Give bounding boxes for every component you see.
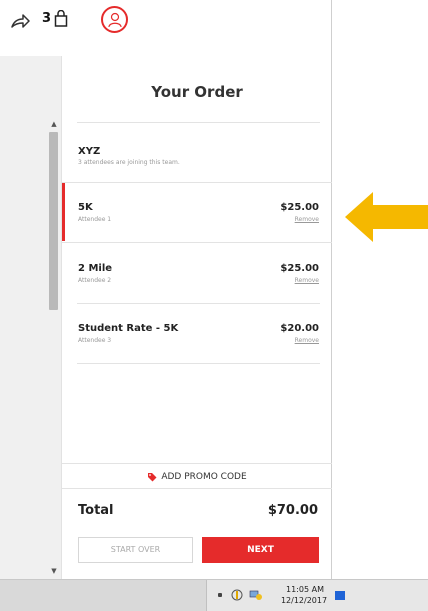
- scroll-up-arrow-icon[interactable]: ▲: [50, 120, 58, 128]
- scrollbar-thumb[interactable]: [49, 132, 58, 310]
- shopping-bag-icon[interactable]: [54, 10, 68, 27]
- divider: [77, 122, 320, 123]
- start-over-button[interactable]: START OVER: [78, 537, 193, 563]
- network-icon[interactable]: [249, 589, 263, 601]
- promo-label-text: ADD PROMO CODE: [161, 472, 247, 482]
- item-name: 2 Mile: [78, 263, 113, 274]
- item-price: $25.00: [280, 263, 319, 274]
- order-item-2-mile[interactable]: 2 Mile Attendee 2 $25.00 Remove: [62, 244, 332, 302]
- yellow-pointer-arrow-icon: [345, 192, 428, 242]
- item-price: $20.00: [280, 323, 319, 334]
- volume-icon[interactable]: [231, 589, 243, 601]
- team-subtitle: 3 attendees are joining this team.: [78, 159, 180, 166]
- remove-link[interactable]: Remove: [295, 277, 319, 284]
- item-attendee: Attendee 2: [78, 277, 112, 284]
- clock-time[interactable]: 11:05 AM: [279, 585, 331, 594]
- item-attendee: Attendee 1: [78, 216, 112, 223]
- remove-link[interactable]: Remove: [295, 216, 319, 223]
- promo-label: ADD PROMO CODE: [62, 472, 332, 482]
- system-taskbar: 11:05 AM 12/12/2017: [0, 579, 428, 611]
- order-card: Your Order XYZ 3 attendees are joining t…: [61, 56, 332, 579]
- next-button[interactable]: NEXT: [202, 537, 319, 563]
- divider: [77, 363, 320, 364]
- scroll-down-arrow-icon[interactable]: ▼: [50, 567, 58, 575]
- notification-icon[interactable]: [335, 591, 345, 600]
- order-item-5k[interactable]: 5K Attendee 1 $25.00 Remove: [62, 183, 332, 241]
- total-label: Total: [78, 503, 114, 518]
- item-attendee: Attendee 3: [78, 337, 112, 344]
- share-icon[interactable]: [10, 12, 30, 30]
- clock-date[interactable]: 12/12/2017: [273, 596, 335, 605]
- item-name: Student Rate - 5K: [78, 323, 179, 334]
- total-value: $70.00: [267, 503, 318, 518]
- system-tray: 11:05 AM 12/12/2017: [206, 580, 428, 611]
- team-name: XYZ: [78, 146, 101, 157]
- app-window: 3 ▲ ▼ Your Order XYZ 3 attendees are joi…: [0, 0, 428, 611]
- item-price: $25.00: [280, 202, 319, 213]
- add-promo-code-button[interactable]: ADD PROMO CODE: [62, 463, 332, 489]
- cart-count: 3: [42, 11, 52, 26]
- tray-overflow-icon[interactable]: [218, 593, 222, 597]
- order-title: Your Order: [151, 83, 243, 101]
- top-header: 3: [0, 0, 332, 45]
- item-name: 5K: [78, 202, 93, 213]
- remove-link[interactable]: Remove: [295, 337, 319, 344]
- order-item-student-rate-5k[interactable]: Student Rate - 5K Attendee 3 $20.00 Remo…: [62, 304, 332, 362]
- user-avatar[interactable]: [101, 6, 128, 33]
- divider: [62, 242, 332, 243]
- user-avatar-icon: [108, 12, 122, 28]
